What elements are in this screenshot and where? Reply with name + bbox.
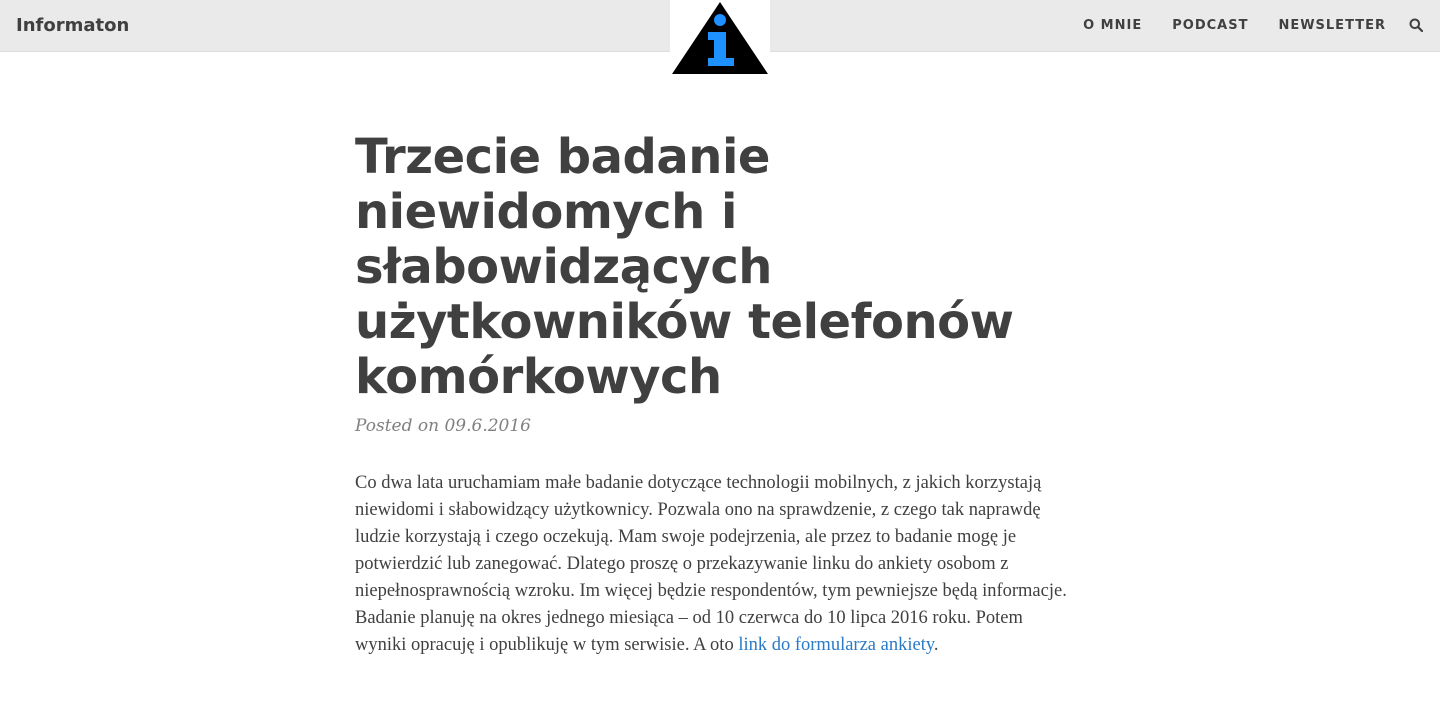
info-triangle-icon xyxy=(672,2,768,74)
post-body: Co dwa lata uruchamiam małe badanie doty… xyxy=(355,470,1077,659)
nav-link-podcast[interactable]: PODCAST xyxy=(1172,18,1248,34)
site-brand-link[interactable]: Informaton xyxy=(16,15,129,37)
top-navbar: Informaton O MNIE PODCAST NEWSLETTER xyxy=(0,0,1440,76)
search-icon xyxy=(1409,18,1423,32)
post-date: Posted on 09.6.2016 xyxy=(355,416,531,436)
survey-form-link[interactable]: link do formularza ankiety xyxy=(738,635,934,655)
nav-link-newsletter[interactable]: NEWSLETTER xyxy=(1278,18,1386,34)
post-body-text: Co dwa lata uruchamiam małe badanie doty… xyxy=(355,473,1067,655)
post-body-end: . xyxy=(933,635,939,655)
site-logo[interactable] xyxy=(670,0,770,76)
search-button[interactable] xyxy=(1409,18,1423,32)
main-nav: O MNIE PODCAST NEWSLETTER xyxy=(1083,18,1386,34)
post-title: Trzecie badanie niewidomych i słabowidzą… xyxy=(355,129,1014,405)
nav-link-o-mnie[interactable]: O MNIE xyxy=(1083,18,1142,34)
